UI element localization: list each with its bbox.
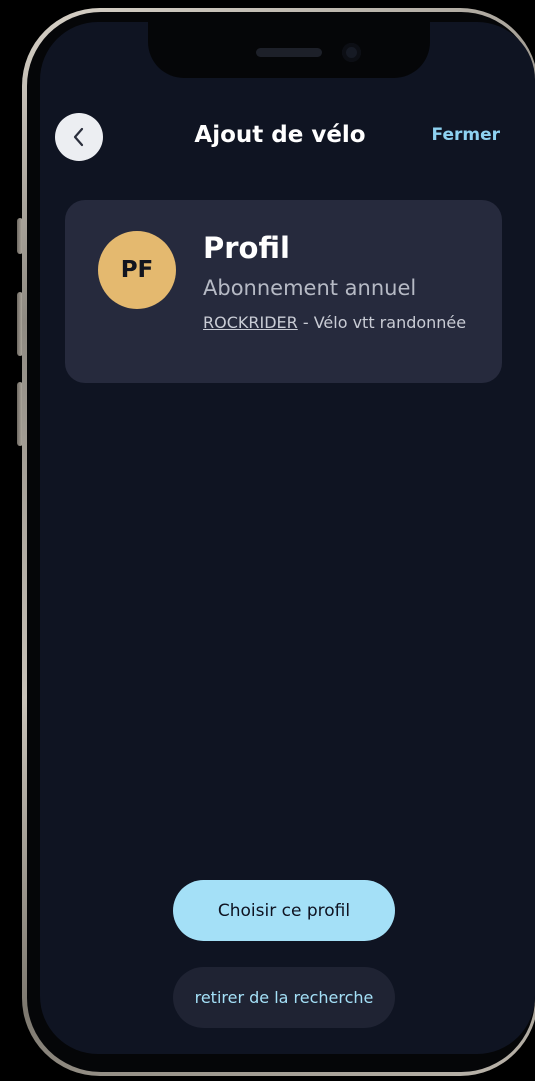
bike-info: ROCKRIDER - Vélo vtt randonnée: [203, 306, 495, 339]
avatar: PF: [98, 231, 176, 309]
subscription-type: Abonnement annuel: [203, 276, 417, 300]
page-title: Ajout de vélo: [194, 122, 366, 148]
notch: [148, 22, 430, 78]
speaker-grille: [256, 48, 322, 57]
device-stage: Ajout de vélo Fermer PF Profil Abonnemen…: [0, 0, 535, 1081]
profile-card-text: Profil Abonnement annuel ROCKRIDER - Vél…: [203, 228, 495, 339]
choose-profile-button[interactable]: Choisir ce profil: [173, 880, 395, 941]
profile-card[interactable]: PF Profil Abonnement annuel ROCKRIDER - …: [65, 200, 502, 383]
back-button[interactable]: [55, 113, 103, 161]
bike-brand-link[interactable]: ROCKRIDER: [203, 313, 298, 332]
bike-description: - Vélo vtt randonnée: [297, 313, 467, 332]
close-link[interactable]: Fermer: [420, 123, 500, 147]
profile-name: Profil: [203, 231, 290, 265]
front-camera: [342, 43, 361, 62]
chevron-left-icon: [73, 127, 84, 147]
remove-from-search-button[interactable]: retirer de la recherche: [173, 967, 395, 1028]
app-screen: Ajout de vélo Fermer PF Profil Abonnemen…: [40, 22, 535, 1054]
